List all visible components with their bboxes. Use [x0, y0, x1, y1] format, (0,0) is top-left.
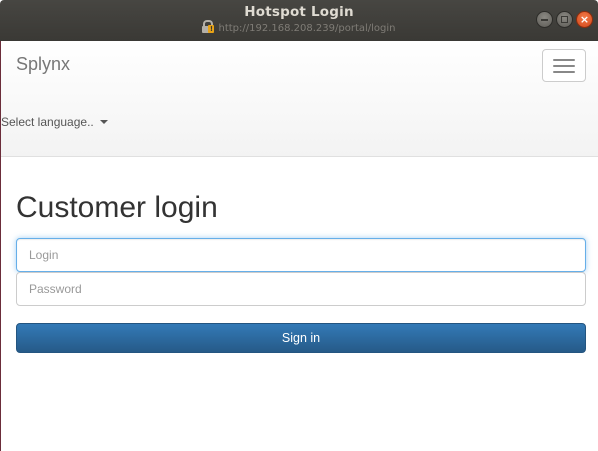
caret-down-icon — [99, 120, 108, 124]
window-title: Hotspot Login — [244, 4, 354, 20]
minimize-button[interactable] — [536, 11, 553, 28]
language-dropdown[interactable]: Select language.. — [1, 115, 108, 129]
url-row: ! http://192.168.208.239/portal/login — [0, 20, 598, 34]
browser-window: Hotspot Login ! http://192.168.208.239/p… — [0, 0, 598, 451]
navbar-toggle-button[interactable] — [542, 49, 586, 82]
close-button[interactable]: × — [576, 11, 593, 28]
maximize-icon — [561, 16, 568, 23]
navbar: Splynx Select language.. — [1, 41, 598, 157]
password-input[interactable] — [16, 272, 586, 306]
brand-link[interactable]: Splynx — [16, 54, 70, 75]
hamburger-icon — [553, 59, 575, 61]
page-content: Splynx Select language.. Customer login … — [0, 41, 598, 451]
close-icon: × — [579, 13, 590, 26]
login-input[interactable] — [16, 238, 586, 272]
page-title: Customer login — [16, 191, 218, 224]
hamburger-icon-bar — [553, 65, 575, 67]
insecure-lock-icon: ! — [202, 20, 215, 33]
hamburger-icon-bar — [553, 71, 575, 73]
title-bar[interactable]: Hotspot Login ! http://192.168.208.239/p… — [0, 0, 598, 41]
window-controls: × — [536, 11, 593, 28]
minimize-icon — [541, 19, 548, 21]
page-url: http://192.168.208.239/portal/login — [218, 23, 396, 34]
language-dropdown-label: Select language.. — [1, 115, 94, 129]
sign-in-button[interactable]: Sign in — [16, 323, 586, 353]
maximize-button[interactable] — [556, 11, 573, 28]
